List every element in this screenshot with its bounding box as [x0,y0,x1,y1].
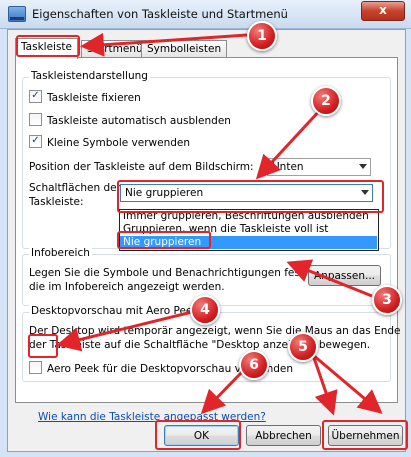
tab-symbolleisten[interactable]: Symbolleisten [141,40,228,58]
taskbar-buttons-label-line2: Taskleiste: [29,196,84,208]
taskbar-position-label: Position der Taskleiste auf dem Bildschi… [29,161,254,173]
title-bar[interactable]: Eigenschaften von Taskleiste und Startme… [0,0,411,29]
badge-5: 5 [288,332,318,362]
tab-startmenue[interactable]: Startmenü [81,40,149,58]
aero-text-line2: der Taskleiste auf die Schaltfläche "Des… [29,339,371,351]
dropdown-option-always-group[interactable]: Immer gruppieren, Beschriftungen ausblen… [120,210,377,223]
help-link[interactable]: Wie kann die Taskleiste angepasst werden… [38,411,266,423]
badge-1: 1 [247,21,277,51]
checkbox-autohide-taskbar[interactable]: Taskleiste automatisch ausblenden [29,113,231,127]
taskbar-buttons-dropdown-list: Immer gruppieren, Beschriftungen ausblen… [119,209,379,251]
checkbox-autohide-taskbar-label: Taskleiste automatisch ausblenden [47,115,231,127]
checkbox-small-icons-box[interactable] [29,135,42,148]
properties-dialog: Eigenschaften von Taskleiste und Startme… [0,0,411,457]
dropdown-option-never-group[interactable]: Nie gruppieren [120,236,377,249]
taskbar-position-value: Unten [272,161,304,173]
checkbox-lock-taskbar-label: Taskleiste fixieren [47,92,141,104]
cancel-button[interactable]: Abbrechen [246,425,321,446]
chevron-down-icon [361,190,369,195]
notification-text-line1: Legen Sie die Symbole und Benachrichtigu… [29,267,308,279]
chevron-down-icon [359,164,367,169]
notification-text-line2: die im Infobereich angezeigt werden. [29,281,225,293]
badge-6: 6 [239,350,269,380]
group-title-aero-peek: Desktopvorschau mit Aero Peek [29,305,201,317]
apply-button[interactable]: Übernehmen [328,425,403,446]
taskbar-buttons-select[interactable]: Nie gruppieren [120,184,373,202]
group-title-notification: Infobereich [29,247,92,259]
customize-button[interactable]: Anpassen... [308,265,381,286]
close-button[interactable]: x [361,1,405,21]
tab-taskleiste[interactable]: Taskleiste [15,38,79,59]
checkbox-lock-taskbar-box[interactable] [29,90,42,103]
badge-4: 4 [190,295,220,325]
taskbar-position-select[interactable]: Unten [267,158,371,176]
window-title: Eigenschaften von Taskleiste und Startme… [32,7,288,21]
badge-2: 2 [311,86,341,116]
taskbar-buttons-label-line1: Schaltflächen der [29,182,121,194]
ok-button[interactable]: OK [164,425,239,446]
checkbox-lock-taskbar[interactable]: Taskleiste fixieren [29,90,141,104]
aero-text-line1: Der Desktop wird temporär angezeigt, wen… [29,325,401,337]
dropdown-option-group-when-full[interactable]: Gruppieren, wenn die Taskleiste voll ist [120,223,377,236]
checkbox-small-icons[interactable]: Kleine Symbole verwenden [29,135,190,149]
checkbox-aero-peek-box[interactable] [29,361,42,374]
checkbox-small-icons-label: Kleine Symbole verwenden [47,137,191,149]
checkbox-autohide-taskbar-box[interactable] [29,113,42,126]
taskbar-buttons-value: Nie gruppieren [125,187,204,199]
group-title-taskbar: Taskleistendarstellung [29,70,150,82]
badge-3: 3 [372,285,402,315]
taskbar-icon [8,6,26,22]
